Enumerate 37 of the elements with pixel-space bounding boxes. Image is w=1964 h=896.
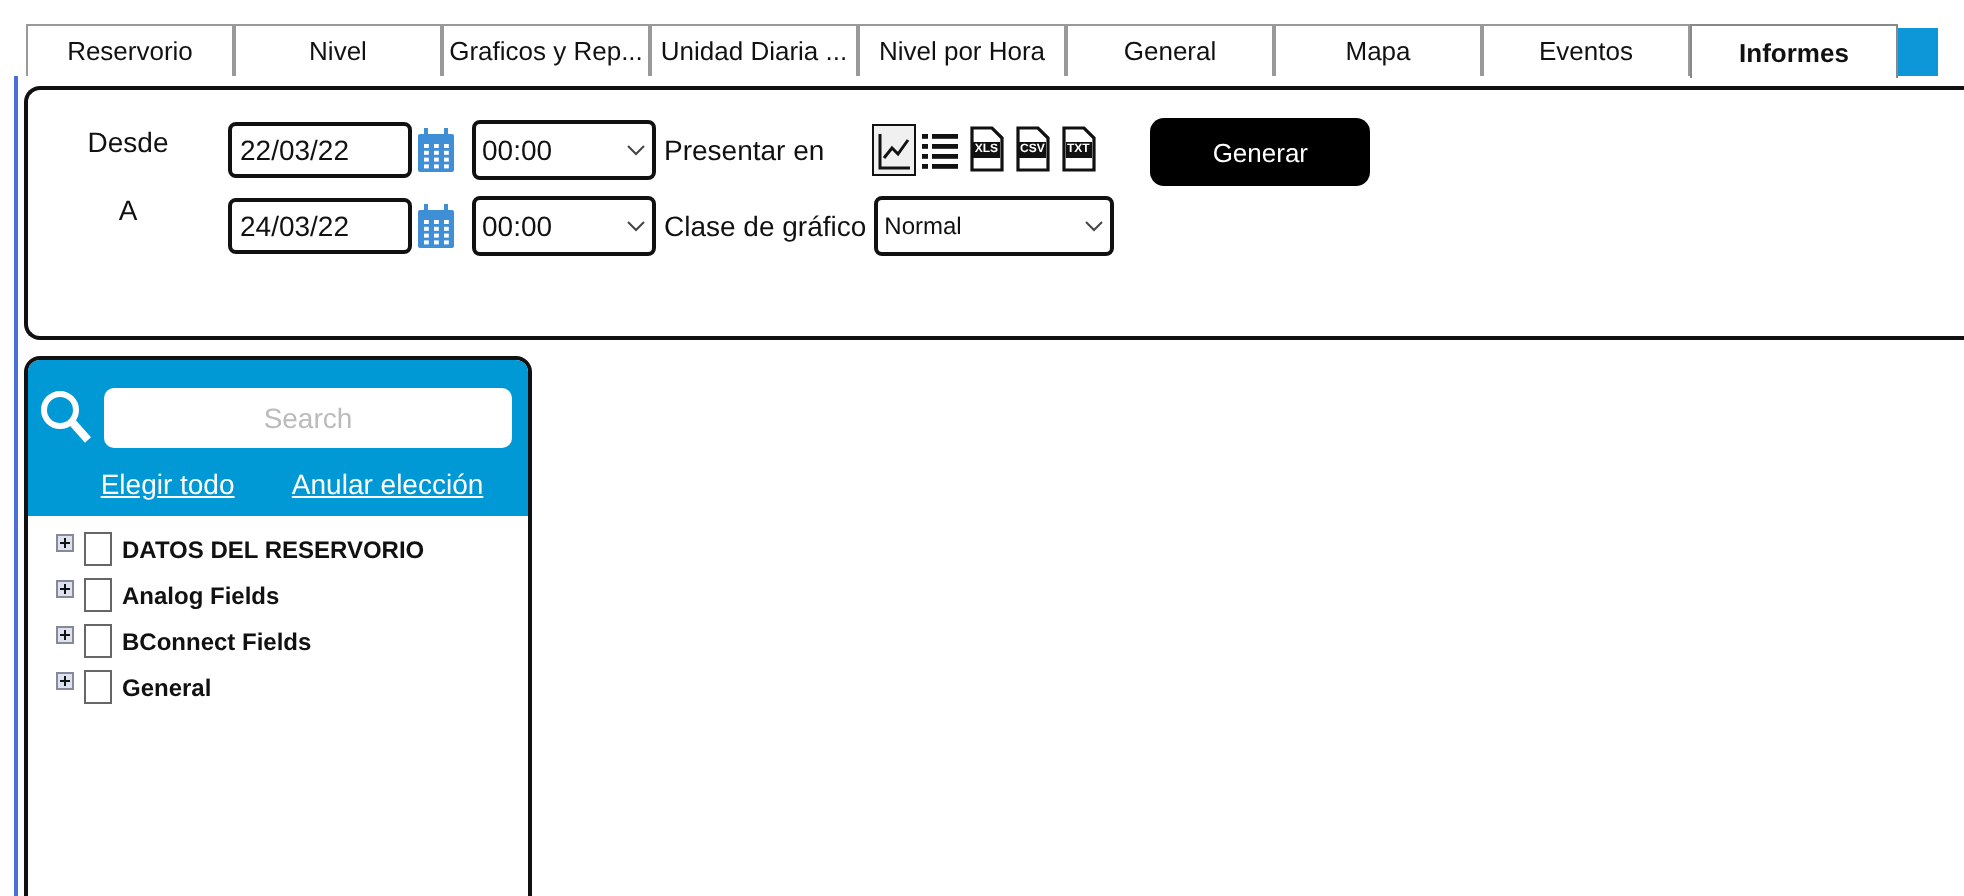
tree-item[interactable]: BConnect Fields xyxy=(122,627,312,655)
tab[interactable]: Informes xyxy=(1690,24,1898,78)
time-dropdown[interactable]: 00:00 xyxy=(472,196,656,256)
expand-icon[interactable] xyxy=(56,580,74,598)
tab[interactable]: Mapa xyxy=(1274,24,1482,76)
date-field[interactable]: 22/03/22 xyxy=(228,122,412,178)
checkbox[interactable] xyxy=(84,578,112,612)
field-label: Desde xyxy=(85,126,171,158)
tab[interactable]: Nivel por Hora xyxy=(858,24,1066,76)
line-chart-icon[interactable] xyxy=(874,126,915,174)
search-icon[interactable] xyxy=(40,388,92,448)
time-dropdown[interactable]: 00:00 xyxy=(472,120,656,180)
tab-strip-end xyxy=(1898,28,1938,76)
tab[interactable]: Unidad Diaria ... xyxy=(650,24,858,76)
search-field[interactable]: Search xyxy=(104,388,512,448)
tab[interactable]: Graficos y Rep... xyxy=(442,24,650,76)
tab[interactable]: Eventos xyxy=(1482,24,1690,76)
chart-type-dropdown[interactable]: Normal xyxy=(874,196,1115,256)
field-label: Clase de gráfico xyxy=(664,210,867,242)
calendar-icon[interactable] xyxy=(416,202,456,250)
generate-button[interactable]: Generar xyxy=(1150,118,1371,186)
checkbox[interactable] xyxy=(84,532,112,566)
checkbox[interactable] xyxy=(84,670,112,704)
field-label: A xyxy=(116,194,140,226)
expand-icon[interactable] xyxy=(56,672,74,690)
date-field[interactable]: 24/03/22 xyxy=(228,198,412,254)
tab[interactable]: Nivel xyxy=(234,24,442,76)
expand-icon[interactable] xyxy=(56,626,74,644)
tab[interactable]: General xyxy=(1066,24,1274,76)
calendar-icon[interactable] xyxy=(416,126,456,174)
tab[interactable]: Reservorio xyxy=(26,24,234,76)
field-label: Presentar en xyxy=(664,134,827,166)
tree-item[interactable]: DATOS DEL RESERVORIO xyxy=(122,535,425,563)
checkbox[interactable] xyxy=(84,624,112,658)
expand-icon[interactable] xyxy=(56,534,74,552)
tree-item[interactable]: General xyxy=(122,673,212,701)
tree-item[interactable]: Analog Fields xyxy=(122,581,280,609)
